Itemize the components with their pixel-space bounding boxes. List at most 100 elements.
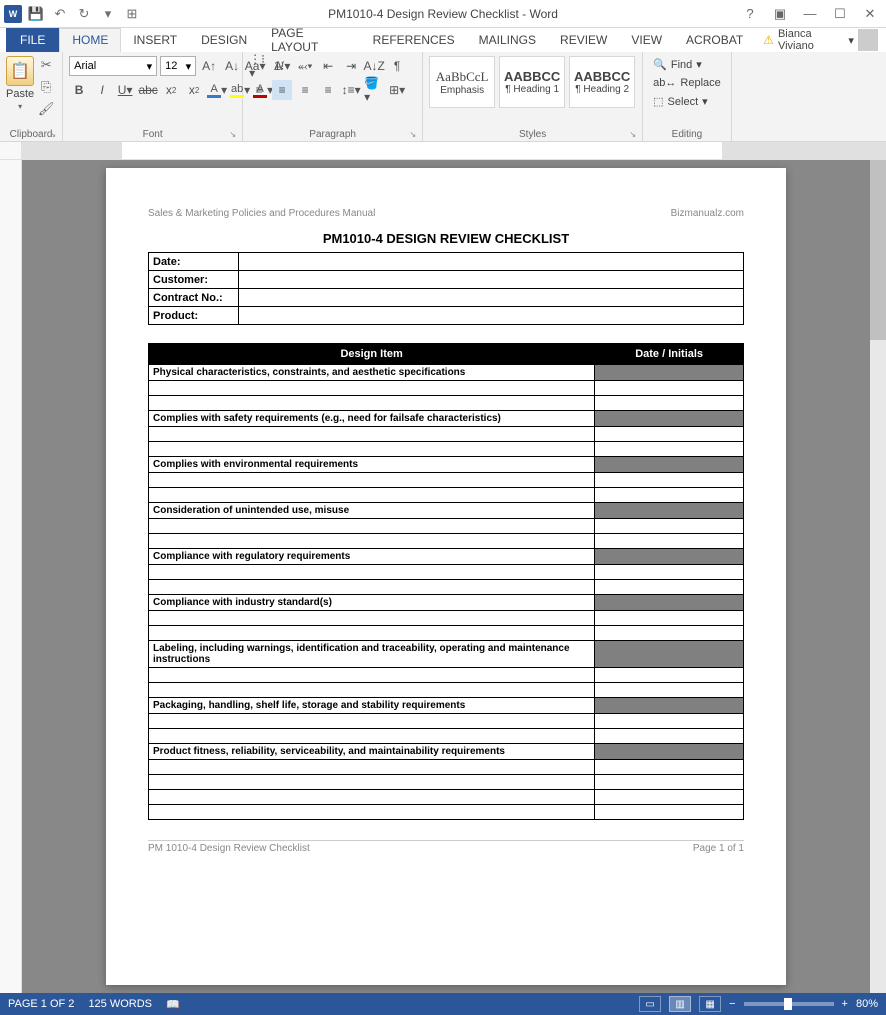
- zoom-level[interactable]: 80%: [856, 998, 878, 1010]
- borders-icon[interactable]: ⊞▾: [387, 80, 407, 100]
- clipboard-icon: 📋: [6, 56, 34, 86]
- minimize-icon[interactable]: —: [798, 2, 822, 26]
- replace-icon: ab↔: [653, 77, 676, 89]
- tab-acrobat[interactable]: ACROBAT: [674, 28, 755, 52]
- touch-mode-icon[interactable]: ⊞: [122, 4, 142, 24]
- sort-icon[interactable]: A↓Z: [364, 56, 384, 76]
- dialog-launcher-icon[interactable]: ↘: [409, 130, 416, 139]
- vertical-ruler[interactable]: [0, 160, 22, 993]
- tab-file[interactable]: FILE: [6, 28, 59, 52]
- account-area[interactable]: ⚠ Bianca Viviano ▾: [755, 28, 886, 52]
- help-icon[interactable]: ?: [738, 2, 762, 26]
- checklist-table: Design Item Date / Initials Physical cha…: [148, 343, 744, 820]
- dialog-launcher-icon[interactable]: ↘: [229, 130, 236, 139]
- shrink-font-icon[interactable]: A↓: [222, 56, 242, 76]
- ribbon-options-icon[interactable]: ▣: [768, 2, 792, 26]
- word-icon: W: [4, 5, 22, 23]
- ribbon: 📋 Paste ▾ ✂ ⎘ 🖌 Clipboard↘ Arial▾ 12▾ A↑…: [0, 52, 886, 142]
- page-footer-left: PM 1010-4 Design Review Checklist: [148, 843, 310, 854]
- avatar: [858, 29, 878, 51]
- align-right-icon[interactable]: ≡: [295, 80, 315, 100]
- dialog-launcher-icon[interactable]: ↘: [629, 130, 636, 139]
- page: Sales & Marketing Policies and Procedure…: [106, 168, 786, 985]
- group-clipboard: 📋 Paste ▾ ✂ ⎘ 🖌 Clipboard↘: [0, 52, 63, 141]
- tab-page-layout[interactable]: PAGE LAYOUT: [259, 28, 361, 52]
- superscript-button[interactable]: x2: [184, 80, 204, 100]
- tab-design[interactable]: DESIGN: [189, 28, 259, 52]
- quick-access-toolbar: W 💾 ↶ ↻ ▾ ⊞: [0, 4, 146, 24]
- tab-insert[interactable]: INSERT: [121, 28, 189, 52]
- status-words[interactable]: 125 WORDS: [88, 998, 152, 1010]
- qat-more-icon[interactable]: ▾: [98, 4, 118, 24]
- tab-references[interactable]: REFERENCES: [361, 28, 467, 52]
- maximize-icon[interactable]: ☐: [828, 2, 852, 26]
- tab-view[interactable]: VIEW: [619, 28, 674, 52]
- increase-indent-icon[interactable]: ⇥: [341, 56, 361, 76]
- read-mode-icon[interactable]: ▭: [639, 996, 661, 1012]
- zoom-slider[interactable]: [744, 1002, 834, 1006]
- table-row: Labeling, including warnings, identifica…: [149, 641, 595, 668]
- redo-icon[interactable]: ↻: [74, 4, 94, 24]
- line-spacing-icon[interactable]: ↕≡▾: [341, 80, 361, 100]
- format-painter-icon[interactable]: 🖌: [36, 100, 56, 118]
- page-footer-right: Page 1 of 1: [693, 843, 744, 854]
- subscript-button[interactable]: x2: [161, 80, 181, 100]
- paste-button[interactable]: 📋 Paste ▾: [6, 56, 34, 111]
- align-center-icon[interactable]: ≡: [272, 80, 292, 100]
- account-dropdown-icon: ▾: [848, 34, 854, 47]
- table-row: Product fitness, reliability, serviceabi…: [149, 744, 595, 760]
- search-icon: 🔍: [653, 58, 667, 71]
- undo-icon[interactable]: ↶: [50, 4, 70, 24]
- vertical-scrollbar[interactable]: [870, 160, 886, 993]
- zoom-in-icon[interactable]: +: [842, 998, 848, 1010]
- align-left-icon[interactable]: ≡: [249, 80, 269, 100]
- bold-button[interactable]: B: [69, 80, 89, 100]
- show-marks-icon[interactable]: ¶: [387, 56, 407, 76]
- group-paragraph: ⋮⁝▾ 1⁝▾ ⬻▾ ⇤ ⇥ A↓Z ¶ ≡ ≡ ≡ ≡ ↕≡▾ 🪣▾ ⊞▾ P…: [243, 52, 423, 141]
- justify-icon[interactable]: ≡: [318, 80, 338, 100]
- text-effects-icon[interactable]: A▾: [207, 80, 227, 100]
- shading-icon[interactable]: 🪣▾: [364, 80, 384, 100]
- print-layout-icon[interactable]: ▥: [669, 996, 691, 1012]
- strikethrough-button[interactable]: abc: [138, 80, 158, 100]
- table-row: Compliance with regulatory requirements: [149, 549, 595, 565]
- ribbon-tabs: FILE HOME INSERT DESIGN PAGE LAYOUT REFE…: [0, 28, 886, 52]
- document-canvas[interactable]: Sales & Marketing Policies and Procedure…: [22, 160, 870, 993]
- dialog-launcher-icon[interactable]: ↘: [49, 130, 56, 139]
- chevron-down-icon: ▾: [147, 60, 153, 73]
- style--heading-1[interactable]: AABBCC¶ Heading 1: [499, 56, 565, 108]
- zoom-out-icon[interactable]: −: [729, 998, 735, 1010]
- proofing-icon[interactable]: 📖: [166, 998, 180, 1011]
- font-size-select[interactable]: 12▾: [160, 56, 196, 76]
- web-layout-icon[interactable]: ▦: [699, 996, 721, 1012]
- document-area: Sales & Marketing Policies and Procedure…: [0, 160, 886, 993]
- chevron-down-icon: ▾: [186, 60, 192, 73]
- underline-button[interactable]: U▾: [115, 80, 135, 100]
- warning-icon: ⚠: [763, 33, 774, 47]
- select-button[interactable]: ⬚Select ▾: [649, 93, 712, 110]
- tab-mailings[interactable]: MAILINGS: [467, 28, 548, 52]
- close-icon[interactable]: ✕: [858, 2, 882, 26]
- cut-icon[interactable]: ✂: [36, 56, 56, 74]
- tab-review[interactable]: REVIEW: [548, 28, 619, 52]
- bullets-icon[interactable]: ⋮⁝▾: [249, 56, 269, 76]
- replace-button[interactable]: ab↔Replace: [649, 75, 725, 91]
- status-page[interactable]: PAGE 1 OF 2: [8, 998, 74, 1010]
- save-icon[interactable]: 💾: [26, 4, 46, 24]
- italic-button[interactable]: I: [92, 80, 112, 100]
- style-emphasis[interactable]: AaBbCcLEmphasis: [429, 56, 495, 108]
- style--heading-2[interactable]: AABBCC¶ Heading 2: [569, 56, 635, 108]
- group-editing: 🔍Find ▾ ab↔Replace ⬚Select ▾ Editing: [643, 52, 732, 141]
- scrollbar-thumb[interactable]: [870, 160, 886, 340]
- find-button[interactable]: 🔍Find ▾: [649, 56, 706, 73]
- info-table: Date: Customer: Contract No.: Product:: [148, 252, 744, 325]
- multilevel-icon[interactable]: ⬻▾: [295, 56, 315, 76]
- grow-font-icon[interactable]: A↑: [199, 56, 219, 76]
- copy-icon[interactable]: ⎘: [36, 78, 56, 96]
- horizontal-ruler[interactable]: [0, 142, 886, 160]
- tab-home[interactable]: HOME: [59, 28, 121, 52]
- decrease-indent-icon[interactable]: ⇤: [318, 56, 338, 76]
- font-name-select[interactable]: Arial▾: [69, 56, 157, 76]
- titlebar: W 💾 ↶ ↻ ▾ ⊞ PM1010-4 Design Review Check…: [0, 0, 886, 28]
- numbering-icon[interactable]: 1⁝▾: [272, 56, 292, 76]
